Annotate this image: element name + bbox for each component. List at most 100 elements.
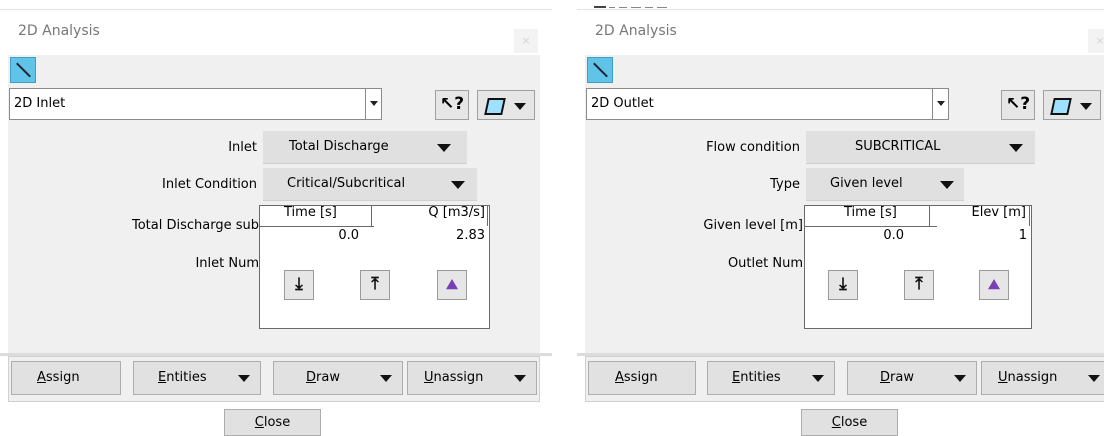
mnemonic: U (998, 370, 1008, 385)
assign-label: Assign (615, 370, 658, 385)
chevron-down-icon (380, 375, 392, 382)
chevron-down-icon (937, 101, 945, 106)
chevron-down-icon (238, 375, 250, 382)
inlet-num-label: Inlet Num (195, 256, 259, 271)
plot-table-button[interactable]: ⛰ (437, 270, 467, 300)
import-icon: ⤓ (295, 274, 303, 294)
mnemonic: D (880, 370, 891, 385)
export-table-button[interactable]: ⤒ (360, 270, 390, 300)
import-table-button[interactable]: ⤓ (284, 270, 314, 300)
mnemonic: A (615, 370, 624, 385)
chevron-down-icon (954, 375, 966, 382)
action-bar: Assign Entities Draw Unassign (8, 356, 540, 402)
table-header: Q [m3/s] (428, 205, 485, 220)
mnemonic: E (732, 370, 741, 385)
combo-divider (365, 89, 366, 119)
draw-label: Draw (306, 370, 340, 385)
unassign-label-rest: nassign (433, 370, 484, 385)
chevron-down-icon (451, 181, 465, 189)
mnemonic: E (158, 370, 167, 385)
unassign-label-rest: nassign (1007, 370, 1058, 385)
flow-condition-label: Flow condition (706, 140, 800, 155)
chevron-down-icon (514, 103, 526, 110)
title-bar: 2D Analysis × (0, 10, 552, 55)
column-divider (1029, 206, 1030, 226)
total-discharge-label: Total Discharge sub (131, 218, 259, 233)
condition-combo[interactable]: 2D Inlet (9, 88, 382, 120)
assign-button[interactable]: Assign (11, 361, 121, 395)
chart-icon: ⛰ (988, 277, 1000, 293)
mnemonic: C (254, 415, 264, 430)
chevron-down-icon (437, 144, 451, 152)
dialog-2d-analysis-inlet: 2D Analysis × 2D Inlet ↖? Inlet Total Di… (0, 0, 552, 436)
mnemonic: D (306, 370, 317, 385)
draw-button[interactable]: Draw (273, 361, 403, 395)
draw-mode-button[interactable] (477, 90, 535, 120)
close-window-icon[interactable]: × (1088, 29, 1104, 53)
condition-combo[interactable]: 2D Outlet (586, 88, 949, 120)
draw-mode-icon (1050, 98, 1072, 115)
chevron-down-icon (1088, 375, 1100, 382)
title-bar: 2D Analysis × (577, 10, 1104, 55)
entities-button[interactable]: Entities (707, 361, 835, 395)
draw-mode-button[interactable] (1043, 90, 1101, 120)
flow-condition-select-value: SUBCRITICAL (855, 139, 941, 154)
help-pointer-button[interactable]: ↖? (435, 90, 469, 120)
column-divider (929, 206, 930, 226)
entities-button[interactable]: Entities (133, 361, 261, 395)
table-header: Time [s] (844, 205, 897, 220)
assign-label-rest: ssign (45, 370, 80, 385)
table-header: Elev [m] (971, 205, 1026, 220)
assign-button[interactable]: Assign (588, 361, 696, 395)
table-cell[interactable]: 1 (1019, 228, 1027, 243)
mnemonic: A (37, 370, 46, 385)
flow-condition-select[interactable]: SUBCRITICAL (806, 131, 1035, 164)
inlet-select-value: Total Discharge (289, 139, 389, 154)
table-header: Time [s] (284, 205, 337, 220)
export-table-button[interactable]: ⤒ (904, 270, 934, 300)
type-label: Type (770, 177, 800, 192)
inlet-select[interactable]: Total Discharge (263, 131, 467, 164)
chevron-down-icon (1080, 103, 1092, 110)
inlet-condition-select-value: Critical/Subcritical (287, 176, 406, 191)
unassign-button[interactable]: Unassign (981, 361, 1104, 395)
help-pointer-icon: ↖? (1006, 94, 1031, 114)
outlet-num-label: Outlet Num (727, 256, 803, 271)
table-cell[interactable]: 2.83 (456, 228, 485, 243)
assign-label: Assign (37, 370, 80, 385)
table-cell[interactable]: 0.0 (883, 228, 904, 243)
chart-icon: ⛰ (446, 277, 458, 293)
draw-button[interactable]: Draw (847, 361, 977, 395)
background-window-fragment (577, 0, 697, 8)
close-window-icon[interactable]: × (514, 29, 538, 53)
inlet-condition-select[interactable]: Critical/Subcritical (263, 168, 477, 201)
unassign-label: Unassign (998, 370, 1057, 385)
line-tool-icon[interactable] (587, 57, 613, 83)
entities-label-rest: ntities (166, 370, 207, 385)
mnemonic: U (424, 370, 434, 385)
given-level-label: Given level [m] (703, 218, 803, 233)
entities-label-rest: ntities (740, 370, 781, 385)
inlet-condition-label: Inlet Condition (162, 177, 257, 192)
dialog-title: 2D Analysis (18, 23, 100, 39)
close-button[interactable]: Close (801, 409, 898, 436)
line-tool-icon[interactable] (10, 57, 36, 83)
import-table-button[interactable]: ⤓ (828, 270, 858, 300)
unassign-button[interactable]: Unassign (407, 361, 537, 395)
help-pointer-button[interactable]: ↖? (1001, 90, 1035, 120)
inlet-label: Inlet (228, 140, 257, 155)
header-underline (805, 226, 937, 227)
level-table[interactable]: Time [s] Elev [m] 0.0 1 ⤓ ⤒ ⛰ (804, 205, 1032, 329)
column-divider (371, 206, 372, 226)
export-icon: ⤒ (915, 274, 923, 294)
plot-table-button[interactable]: ⛰ (979, 270, 1009, 300)
unassign-label: Unassign (424, 370, 483, 385)
draw-label-rest: raw (890, 370, 914, 385)
type-select[interactable]: Given level (806, 168, 964, 201)
draw-label-rest: raw (316, 370, 340, 385)
table-cell[interactable]: 0.0 (338, 228, 359, 243)
discharge-table[interactable]: Time [s] Q [m3/s] 0.0 2.83 ⤓ ⤒ ⛰ (259, 205, 490, 329)
chevron-down-icon (1009, 144, 1023, 152)
close-button[interactable]: Close (224, 409, 321, 436)
background-glyphs (594, 6, 667, 8)
